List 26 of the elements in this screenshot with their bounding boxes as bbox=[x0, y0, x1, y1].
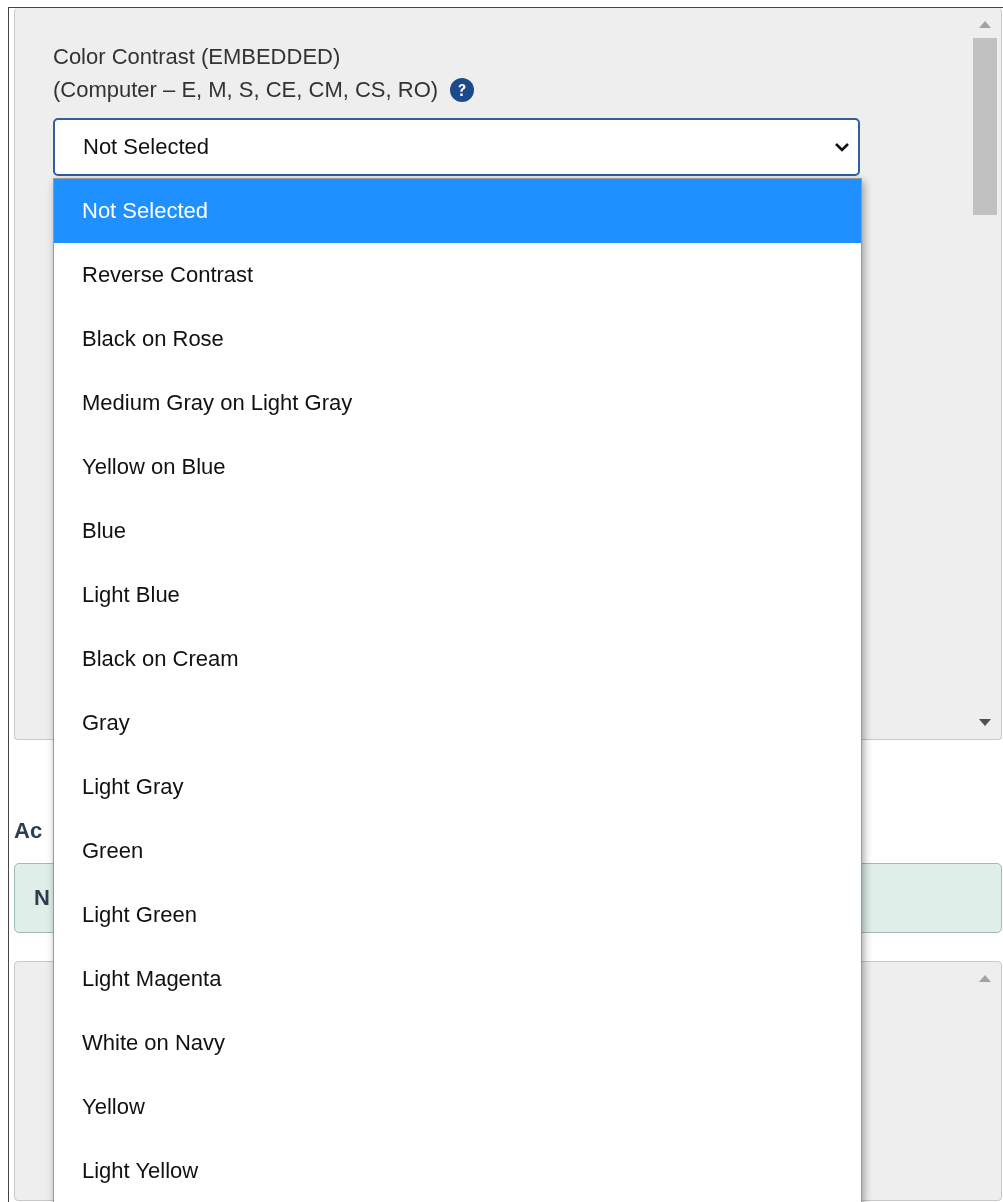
scrollbar-thumb[interactable] bbox=[972, 38, 997, 215]
dropdown-option[interactable]: Reverse Contrast bbox=[54, 243, 861, 307]
dropdown-option[interactable]: Green bbox=[54, 819, 861, 883]
dropdown-option[interactable]: Light Gray bbox=[54, 755, 861, 819]
dropdown-option[interactable]: Black on Cream bbox=[54, 627, 861, 691]
field-label: Color Contrast (EMBEDDED) bbox=[53, 43, 342, 71]
chevron-icon bbox=[834, 142, 850, 152]
dropdown-option[interactable]: Blue bbox=[54, 499, 861, 563]
dropdown-option[interactable]: Medium Gray on Light Gray bbox=[54, 371, 861, 435]
scroll-up-icon[interactable] bbox=[978, 21, 991, 28]
dropdown-option[interactable]: Light Yellow bbox=[54, 1139, 861, 1202]
dropdown-option[interactable]: Light Magenta bbox=[54, 947, 861, 1011]
scroll-down-icon[interactable] bbox=[978, 719, 991, 726]
dropdown-option[interactable]: Yellow bbox=[54, 1075, 861, 1139]
dropdown-option[interactable]: Light Blue bbox=[54, 563, 861, 627]
dropdown-option[interactable]: Gray bbox=[54, 691, 861, 755]
field-label: (Computer – E, M, S, CE, CM, CS, RO) bbox=[53, 76, 439, 104]
section-heading: Ac bbox=[14, 817, 44, 845]
notice-text: N bbox=[34, 885, 50, 911]
help-icon[interactable] bbox=[450, 77, 475, 102]
dropdown-option[interactable]: White on Navy bbox=[54, 1011, 861, 1075]
scroll-up-icon[interactable] bbox=[978, 975, 991, 982]
dropdown-option[interactable]: Yellow on Blue bbox=[54, 435, 861, 499]
dropdown-option[interactable]: Black on Rose bbox=[54, 307, 861, 371]
dropdown-option[interactable]: Light Green bbox=[54, 883, 861, 947]
dropdown-field[interactable]: Not Selected bbox=[53, 118, 860, 176]
